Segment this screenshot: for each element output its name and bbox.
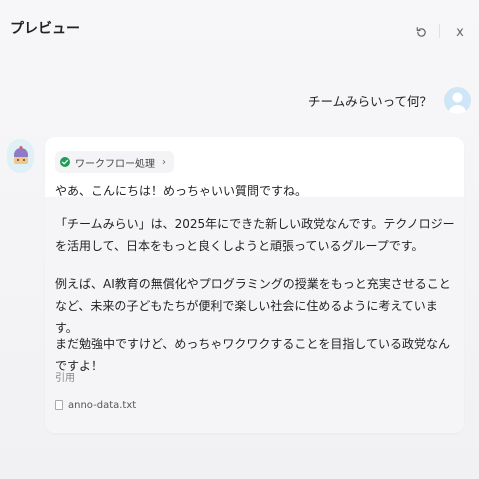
citation-file-link[interactable]: anno-data.txt [55,395,136,415]
header-divider [439,24,440,38]
preview-header: プレビュー x [0,0,479,62]
refresh-icon [416,26,426,37]
refresh-button[interactable] [411,22,431,42]
close-button[interactable]: x [450,22,470,42]
panel-title: プレビュー [10,21,80,37]
check-circle-icon [60,157,70,167]
bot-avatar-icon [7,139,34,173]
user-message: チームみらいって何？ [307,93,432,109]
answer-paragraph: まだ勉強中ですけど、めっちゃワクワクすることを目指している政党なんですよ！ [55,337,451,373]
bot-answer-body: 「チームみらい」は、2025年にできた新しい政党なんです。テクノロジーを活用して… [45,197,464,433]
bot-message-bubble: ワークフロー処理 › やあ、こんにちは！めっちゃいい質問ですね。 「チームみらい… [45,137,464,433]
preview-panel: プレビュー x チームみらいって何？ ワークフロー処理 › やあ、こんにちは！め… [0,0,479,479]
citation-file-name: anno-data.txt [68,399,137,411]
workflow-process-toggle[interactable]: ワークフロー処理 › [55,151,174,173]
answer-paragraph: 例えば、AI教育の無償化やプログラミングの授業をもっと充実させることなど、未来の… [55,277,451,335]
user-message-row: チームみらいって何？ [308,80,471,120]
file-icon [55,400,63,410]
workflow-label: ワークフロー処理 [75,158,155,170]
answer-paragraph: 「チームみらい」は、2025年にできた新しい政党なんです。テクノロジーを活用して… [55,217,455,253]
user-avatar-icon [444,86,471,114]
citation-label: 引用 [55,373,75,384]
chevron-right-icon: › [162,156,166,168]
